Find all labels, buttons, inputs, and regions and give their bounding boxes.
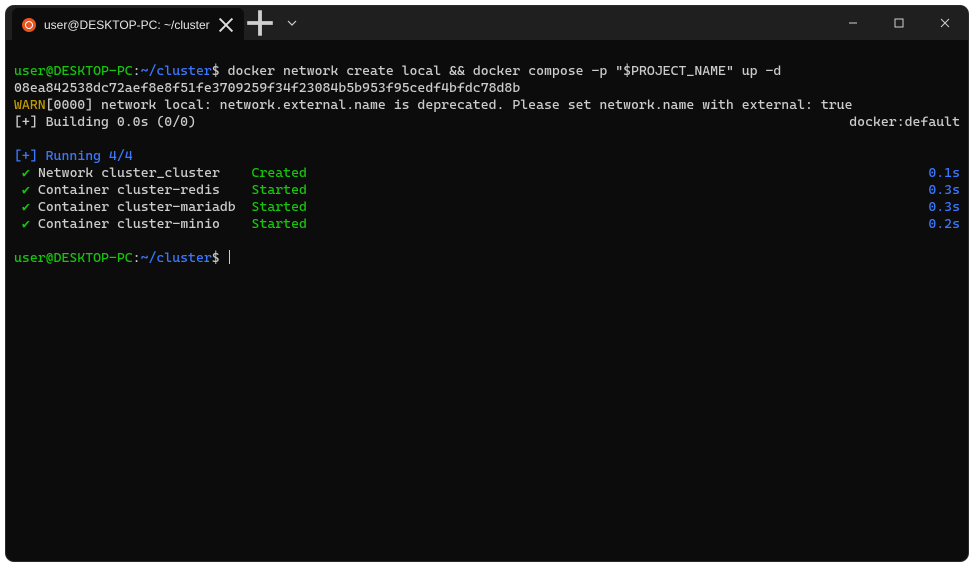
ubuntu-icon xyxy=(22,18,36,32)
prompt-line-1: user@DESKTOP-PC:~/cluster$ docker networ… xyxy=(14,63,781,79)
compose-item-row: ✔ Container cluster-mariadb Started 0.3s xyxy=(14,199,960,216)
check-icon: ✔ xyxy=(14,165,38,182)
item-time: 0.1s xyxy=(928,165,960,182)
tab-close-button[interactable] xyxy=(218,17,234,33)
prompt-path: ~/cluster xyxy=(141,63,212,79)
item-time: 0.2s xyxy=(928,216,960,233)
minimize-button[interactable] xyxy=(830,6,876,40)
tab-dropdown-button[interactable] xyxy=(276,6,308,40)
prompt-line-2: user@DESKTOP-PC:~/cluster$ xyxy=(14,250,230,266)
check-icon: ✔ xyxy=(14,182,38,199)
warn-code: [0000] xyxy=(46,97,93,113)
prompt-path: ~/cluster xyxy=(141,250,212,266)
compose-item-row: ✔ Container cluster-minio Started 0.2s xyxy=(14,216,960,233)
tab-active[interactable]: user@DESKTOP-PC: ~/cluster xyxy=(12,8,244,42)
check-icon: ✔ xyxy=(14,199,38,216)
compose-item-row: ✔ Network cluster_cluster Created 0.1s xyxy=(14,165,960,182)
new-tab-button[interactable] xyxy=(244,6,276,40)
cursor xyxy=(229,250,230,264)
item-time: 0.3s xyxy=(928,182,960,199)
item-state: Created xyxy=(252,165,323,182)
prompt-user-host: user@DESKTOP-PC xyxy=(14,63,133,79)
item-name: Container cluster-minio xyxy=(38,216,252,233)
compose-item-row: ✔ Container cluster-redis Started 0.3s xyxy=(14,182,960,199)
item-name: Network cluster_cluster xyxy=(38,165,252,182)
command-text: docker network create local && docker co… xyxy=(220,63,782,79)
prompt-colon: : xyxy=(133,63,141,79)
item-state: Started xyxy=(252,182,323,199)
item-state: Started xyxy=(252,199,323,216)
output-hash: 08ea842538dc72aef8e8f51fe3709259f34f2308… xyxy=(14,80,520,96)
item-name: Container cluster-mariadb xyxy=(38,199,252,216)
window-controls xyxy=(830,6,968,40)
item-time: 0.3s xyxy=(928,199,960,216)
titlebar-drag-area[interactable] xyxy=(308,6,830,40)
prompt-symbol: $ xyxy=(212,250,220,266)
output-warn-line: WARN[0000] network local: network.extern… xyxy=(14,97,852,113)
prompt-symbol: $ xyxy=(212,63,220,79)
building-left: [+] Building 0.0s (0/0) xyxy=(14,114,196,131)
warn-msg: network local: network.external.name is … xyxy=(93,97,852,113)
warn-tag: WARN xyxy=(14,97,46,113)
terminal-body[interactable]: user@DESKTOP-PC:~/cluster$ docker networ… xyxy=(6,40,968,292)
prompt-colon: : xyxy=(133,250,141,266)
check-icon: ✔ xyxy=(14,216,38,233)
tab-title: user@DESKTOP-PC: ~/cluster xyxy=(44,18,210,32)
close-window-button[interactable] xyxy=(922,6,968,40)
building-right: docker:default xyxy=(849,114,960,131)
item-name: Container cluster-redis xyxy=(38,182,252,199)
titlebar: user@DESKTOP-PC: ~/cluster xyxy=(6,6,968,40)
output-running-line: [+] Running 4/4 xyxy=(14,148,133,164)
output-building-line: [+] Building 0.0s (0/0) docker:default xyxy=(14,114,960,131)
item-state: Started xyxy=(252,216,323,233)
prompt-user-host: user@DESKTOP-PC xyxy=(14,250,133,266)
maximize-button[interactable] xyxy=(876,6,922,40)
terminal-window: user@DESKTOP-PC: ~/cluster user@DESKTOP-… xyxy=(6,6,968,561)
compose-items: ✔ Network cluster_cluster Created 0.1s ✔… xyxy=(14,165,960,233)
